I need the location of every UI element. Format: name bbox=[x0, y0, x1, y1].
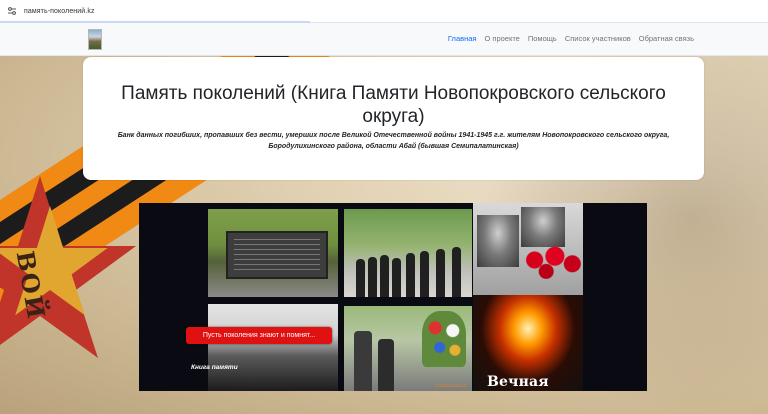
nav-link-feedback[interactable]: Обратная связь bbox=[639, 34, 694, 43]
nav-menu: Главная О проекте Помощь Список участник… bbox=[440, 34, 694, 43]
header-card: Память поколений (Книга Памяти Новопокро… bbox=[83, 57, 704, 180]
person-figure bbox=[380, 255, 389, 297]
person-figure bbox=[378, 339, 394, 391]
person-figure bbox=[354, 331, 372, 391]
nav-link-participants[interactable]: Список участников bbox=[565, 34, 631, 43]
person-figure bbox=[452, 247, 461, 297]
veteran-portrait bbox=[477, 215, 519, 267]
remember-button[interactable]: Пусть поколения знают и помнят... bbox=[186, 327, 332, 344]
nav-link-help[interactable]: Помощь bbox=[528, 34, 557, 43]
site-logo[interactable] bbox=[88, 29, 102, 50]
nav-link-home[interactable]: Главная bbox=[448, 34, 477, 43]
red-roses bbox=[523, 241, 581, 279]
person-figure bbox=[436, 249, 445, 297]
site-navbar: Главная О проекте Помощь Список участник… bbox=[0, 23, 768, 56]
memorial-stele bbox=[226, 231, 328, 279]
person-figure bbox=[420, 251, 429, 297]
nav-link-about[interactable]: О проекте bbox=[484, 34, 519, 43]
photo-timestamp: 27/08/2013 18:13 bbox=[434, 383, 466, 388]
flower-wreath bbox=[422, 311, 466, 367]
ceremony-photo bbox=[344, 209, 472, 297]
banner-collage: 27/08/2013 18:13 Вечная Пусть поколения … bbox=[139, 203, 647, 391]
person-figure bbox=[406, 253, 415, 297]
wreath-laying-photo: 27/08/2013 18:13 bbox=[344, 306, 472, 391]
page-title: Память поколений (Книга Памяти Новопокро… bbox=[121, 83, 666, 127]
memorial-wall-photo bbox=[208, 209, 338, 297]
book-of-memory-label: Книга памяти bbox=[191, 364, 238, 371]
veteran-portraits-photo bbox=[473, 203, 583, 305]
person-figure bbox=[368, 257, 377, 297]
browser-address-bar[interactable]: память-поколений.kz bbox=[0, 0, 768, 23]
url-text[interactable]: память-поколений.kz bbox=[24, 8, 95, 15]
person-figure bbox=[392, 258, 401, 297]
page-subtitle: Банк данных погибших, пропавших без вест… bbox=[117, 132, 670, 150]
crowd-photo bbox=[208, 304, 338, 391]
person-figure bbox=[356, 259, 365, 297]
site-settings-icon[interactable] bbox=[6, 5, 18, 17]
eternal-flame-photo: Вечная bbox=[473, 295, 583, 391]
flame-caption: Вечная bbox=[487, 374, 549, 390]
